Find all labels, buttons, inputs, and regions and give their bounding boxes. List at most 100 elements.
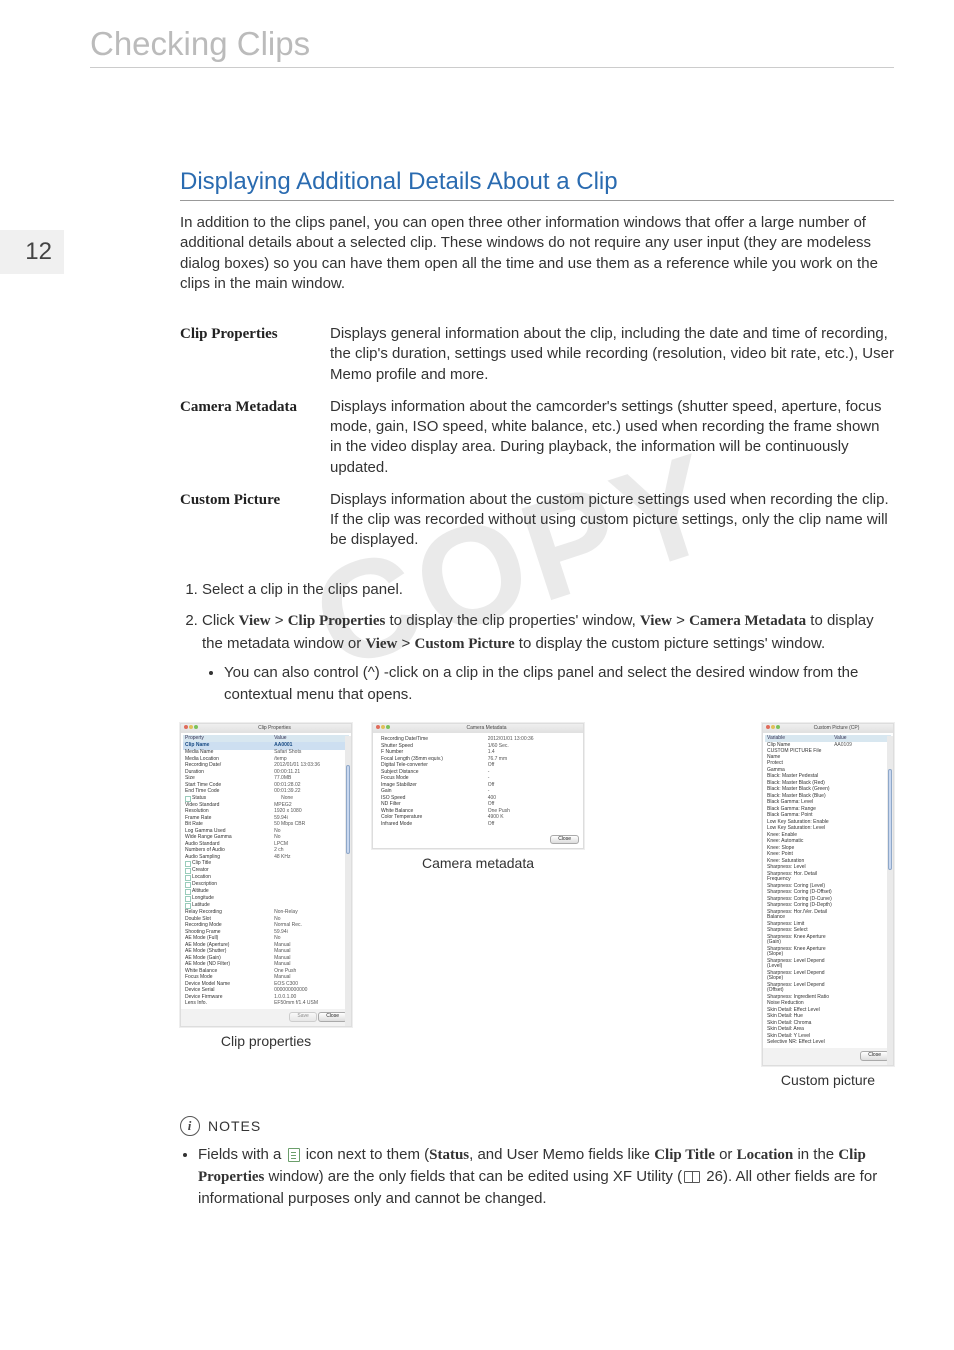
cell-key: AE Mode (Shutter)	[185, 949, 274, 955]
titlebar-dots-icon	[184, 725, 199, 732]
book-icon	[684, 1171, 700, 1183]
close-button[interactable]: Close	[318, 1012, 347, 1022]
t: Click	[202, 612, 239, 629]
save-button[interactable]: Save	[289, 1012, 316, 1022]
cell-value	[281, 889, 347, 895]
menu-view: View	[640, 613, 672, 629]
cell-value	[834, 1040, 889, 1046]
cell-value	[834, 768, 889, 774]
table-row: Custom Picture Displays information abou…	[180, 484, 894, 557]
table-row: Shutter Speed1/60 Sec.	[379, 743, 577, 750]
cell-value: 1920 x 1080	[274, 809, 347, 815]
notes-item: Fields with a icon next to them (Status,…	[198, 1144, 894, 1209]
info-table: Clip Properties Displays general informa…	[180, 318, 894, 557]
cell-key: Infrared Mode	[381, 822, 488, 828]
info-label: Clip Properties	[180, 318, 330, 391]
cell-value	[834, 922, 889, 928]
cell-value	[834, 1034, 889, 1040]
cell-value	[834, 897, 889, 903]
col-value: Value	[274, 736, 286, 742]
table-row: Gain-	[379, 789, 577, 796]
cell-key: Skin Detail: Area	[767, 1027, 834, 1033]
cell-value	[834, 794, 889, 800]
t: , and User Memo fields like	[469, 1146, 654, 1163]
cell-value	[834, 1008, 889, 1014]
t: Fields with a	[198, 1146, 286, 1163]
titlebar-dots-icon	[376, 725, 391, 732]
table-row: Clip Properties Displays general informa…	[180, 318, 894, 391]
cell-value	[834, 903, 889, 909]
cell-value: EF50mm f/1.4 USM	[274, 1001, 347, 1007]
t: to display the custom picture settings' …	[515, 635, 826, 652]
table-row: Frame Rate59.94i	[183, 815, 349, 822]
cell-value: No	[274, 936, 347, 942]
cell-value	[834, 935, 889, 946]
cell-key: Bit Rate	[185, 822, 274, 828]
info-icon: i	[180, 1116, 200, 1136]
cell-key: Color Temperature	[381, 815, 488, 821]
cell-value	[834, 833, 889, 839]
field-location: Location	[737, 1147, 794, 1163]
scrollbar[interactable]	[887, 736, 893, 1065]
cell-key: Sharpness: Coring (D-Depth)	[767, 903, 834, 909]
cell-value: Manual	[274, 975, 347, 981]
cell-key: AE Mode (Full)	[185, 936, 274, 942]
cell-key: Sharpness: Hor. Detail Frequency	[767, 872, 834, 883]
cell-key: Clip Name	[185, 743, 274, 749]
table-row: Recording Date/2012/01/01 13:03:36	[183, 763, 349, 770]
cell-key: Sharpness: Knee Aperture (Slope)	[767, 947, 834, 958]
camera-metadata-window: Camera Metadata Recording Date/Time2012/…	[372, 723, 584, 849]
cell-value	[834, 781, 889, 787]
cell-key: Numbers of Audio	[185, 848, 274, 854]
cell-value: Manual	[274, 949, 347, 955]
cell-value	[834, 910, 889, 921]
notes-title-text: NOTES	[208, 1118, 261, 1134]
window-titlebar: Custom Picture (CP)	[763, 724, 893, 733]
cell-value: 4900 K	[488, 815, 575, 821]
cell-key: Black: Master Black (Green)	[767, 787, 834, 793]
cell-value	[834, 852, 889, 858]
caption-clip-properties: Clip properties	[180, 1033, 352, 1049]
cell-value	[281, 868, 347, 874]
table-row: End Time Code00:01:39.22	[183, 789, 349, 796]
table-row: Camera Metadata Displays information abo…	[180, 391, 894, 484]
col-property: Property	[185, 736, 274, 742]
button-row: Save Close	[181, 1009, 351, 1026]
cell-value	[834, 749, 889, 760]
table-row: Selective NR: Effect Level	[765, 1040, 891, 1047]
cell-key: F Number	[381, 750, 488, 756]
steps-list: Select a clip in the clips panel. Click …	[180, 579, 894, 706]
info-desc: Displays information about the camcorder…	[330, 391, 894, 484]
cell-value	[834, 826, 889, 832]
cell-key: Sharpness: Select	[767, 928, 834, 934]
cell-value	[834, 859, 889, 865]
cell-value	[834, 890, 889, 896]
close-button[interactable]: Close	[550, 835, 579, 845]
cell-value	[834, 884, 889, 890]
cell-value	[834, 1014, 889, 1020]
cell-value	[834, 928, 889, 934]
cell-value	[834, 1027, 889, 1033]
cell-value: Off	[488, 783, 575, 789]
cell-key: Resolution	[185, 809, 274, 815]
cell-value	[834, 774, 889, 780]
cell-value	[834, 959, 889, 970]
cell-key: Device Serial	[185, 988, 274, 994]
menu-clip-properties: Clip Properties	[288, 613, 386, 629]
step-1: Select a clip in the clips panel.	[202, 579, 894, 601]
cell-value: 77.0MB	[274, 776, 347, 782]
t: in the	[793, 1146, 838, 1163]
table-row: ISO Speed400	[379, 795, 577, 802]
cell-key: End Time Code	[185, 789, 274, 795]
cell-key: Duration	[185, 770, 274, 776]
cell-value	[834, 947, 889, 958]
cell-value	[281, 896, 347, 902]
cell-value: Normal Rec.	[274, 923, 347, 929]
cell-key: Sharpness: Level Depend (Offset)	[767, 983, 834, 994]
t: to display the clip properties' window,	[385, 612, 640, 629]
cell-key: Knee: Point	[767, 852, 834, 858]
table-row: CUSTOM PICTURE File Name	[765, 749, 891, 761]
table-row: Sharpness: Knee Aperture (Slope)	[765, 946, 891, 958]
scrollbar[interactable]	[345, 736, 351, 1026]
close-button[interactable]: Close	[860, 1051, 889, 1061]
